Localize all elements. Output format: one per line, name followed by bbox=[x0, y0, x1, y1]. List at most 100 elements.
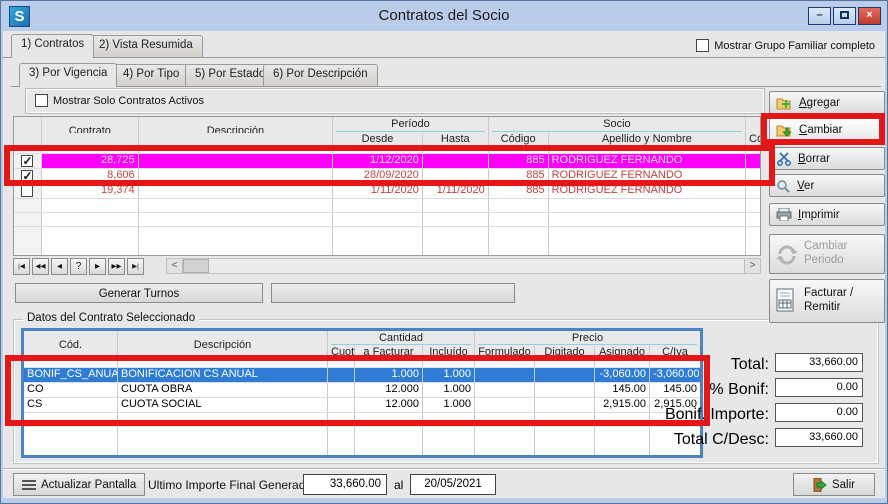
contracts-grid-sub-header: Desde Hasta Código Apellido y Nombre Cód bbox=[14, 133, 760, 148]
col-contrato[interactable]: Contrato bbox=[42, 117, 139, 133]
row1-checkbox[interactable] bbox=[21, 155, 33, 167]
contract-row-3[interactable]: 19,374 1/11/2020 1/11/2020 885 RODRIGUEZ… bbox=[14, 184, 760, 199]
pct-bonif-value[interactable]: 0.00 bbox=[775, 378, 863, 397]
socio-underline bbox=[492, 131, 742, 132]
minimize-button[interactable]: – bbox=[808, 7, 831, 25]
cantidad-underline bbox=[331, 344, 471, 345]
col-digitado[interactable]: Digitado bbox=[535, 346, 595, 361]
dialog-body: 1) Contratos 2) Vista Resumida Mostrar G… bbox=[3, 31, 885, 498]
ver-button[interactable]: Ver bbox=[769, 174, 885, 197]
nav-fast-back-button[interactable]: ◀◀ bbox=[32, 258, 49, 275]
total-label: Total: bbox=[731, 356, 769, 374]
nav-first-button[interactable]: |◀ bbox=[13, 258, 30, 275]
actualizar-pantalla-button[interactable]: Actualizar Pantalla bbox=[13, 473, 145, 496]
col-codigo[interactable]: Código bbox=[489, 133, 549, 148]
borrar-button[interactable]: Borrar bbox=[769, 147, 885, 170]
salir-button[interactable]: Salir bbox=[793, 473, 875, 496]
close-button[interactable]: × bbox=[858, 7, 881, 25]
scroll-right-button[interactable]: > bbox=[744, 259, 760, 273]
subtab-por-descripcion[interactable]: 6) Por Descripción bbox=[263, 64, 378, 87]
row2-checkbox[interactable] bbox=[21, 170, 33, 182]
tab-contratos[interactable]: 1) Contratos bbox=[11, 34, 94, 58]
col-asignado[interactable]: Asignado bbox=[595, 346, 650, 361]
ultimo-importe-fecha[interactable]: 20/05/2021 bbox=[410, 474, 496, 495]
detail-row-1[interactable]: BONIF_CS_ANUA BONIFICACION CS ANUAL 1.00… bbox=[24, 368, 700, 383]
detail-sub-header: Cód. Descripción Cuotas a Facturar Inclu… bbox=[24, 346, 700, 361]
refresh-arrows-icon bbox=[776, 243, 798, 265]
scroll-left-button[interactable]: < bbox=[167, 259, 183, 273]
nav-forward-button[interactable]: ▶ bbox=[89, 258, 106, 275]
bonif-importe-label: Bonif. Importe: bbox=[665, 406, 769, 424]
colgroup-precio: Precio bbox=[475, 331, 700, 346]
ultimo-importe-value[interactable]: 33,660.00 bbox=[303, 474, 387, 495]
solo-activos-label: Mostrar Solo Contratos Activos bbox=[53, 95, 204, 107]
col-hasta[interactable]: Hasta bbox=[423, 133, 489, 148]
nav-last-button[interactable]: ▶| bbox=[127, 258, 144, 275]
contract-row-1[interactable]: 28,725 1/12/2020 885 RODRIGUEZ FERNANDO bbox=[14, 154, 760, 169]
col-apellido[interactable]: Apellido y Nombre bbox=[549, 133, 746, 148]
imprimir-button[interactable]: Imprimir bbox=[769, 203, 885, 226]
empty-row bbox=[24, 427, 700, 455]
magnifier-icon bbox=[776, 179, 791, 193]
col-desde[interactable]: Desde bbox=[333, 133, 423, 148]
grid-spacer-row bbox=[24, 361, 700, 368]
datos-contrato-title: Datos del Contrato Seleccionado bbox=[23, 312, 199, 324]
solo-activos-checkbox[interactable] bbox=[35, 94, 48, 107]
subtab-por-tipo[interactable]: 4) Por Tipo bbox=[113, 64, 189, 87]
contracts-grid[interactable]: Contrato Descripción Período Socio Desde… bbox=[13, 116, 761, 256]
scissors-icon bbox=[776, 152, 792, 166]
cambiar-button[interactable]: Cambiar bbox=[769, 118, 885, 141]
nav-back-button[interactable]: ◀ bbox=[51, 258, 68, 275]
cambiar-periodo-button[interactable]: Cambiar Periodo bbox=[769, 234, 885, 274]
subtab-divider bbox=[11, 86, 881, 87]
col-detail-descripcion[interactable]: Descripción bbox=[118, 331, 328, 361]
col-c-iva[interactable]: C/Iva bbox=[650, 346, 700, 361]
col-cod-clipped[interactable]: Cód bbox=[746, 133, 760, 148]
tab-divider bbox=[3, 57, 885, 58]
col-formulado[interactable]: Formulado bbox=[475, 346, 535, 361]
detail-row-3[interactable]: CS CUOTA SOCIAL 12.000 1.000 2,915.00 2,… bbox=[24, 398, 700, 413]
tab-vista-resumida[interactable]: 2) Vista Resumida bbox=[89, 35, 203, 58]
refresh-screen-icon bbox=[22, 479, 36, 491]
invoice-icon bbox=[776, 288, 798, 314]
colgroup-periodo: Período bbox=[333, 117, 489, 133]
agregar-button[interactable]: Agregar bbox=[769, 91, 885, 114]
empty-row bbox=[14, 213, 760, 227]
scrollbar-thumb[interactable] bbox=[183, 259, 209, 273]
blank-button[interactable] bbox=[271, 283, 515, 303]
minimize-icon: – bbox=[816, 9, 822, 21]
folder-plus-icon bbox=[776, 96, 793, 110]
maximize-button[interactable] bbox=[833, 7, 856, 25]
grupo-familiar-label: Mostrar Grupo Familiar completo bbox=[714, 40, 875, 52]
titlebar[interactable]: S Contratos del Socio – × bbox=[1, 1, 887, 31]
col-cuotas[interactable]: Cuotas bbox=[328, 346, 355, 361]
row3-checkbox[interactable] bbox=[21, 185, 33, 197]
col-incluido[interactable]: Incluído bbox=[423, 346, 475, 361]
bonif-importe-value[interactable]: 0.00 bbox=[775, 403, 863, 422]
total-cdesc-value[interactable]: 33,660.00 bbox=[775, 428, 863, 447]
detail-row-2[interactable]: CO CUOTA OBRA 12.000 1.000 145.00 145.00 bbox=[24, 383, 700, 398]
colgroup-cantidad: Cantidad bbox=[328, 331, 475, 346]
contract-row-2[interactable]: 8,606 28/09/2020 885 RODRIGUEZ FERNANDO bbox=[14, 169, 760, 184]
col-descripcion[interactable]: Descripción bbox=[139, 117, 333, 133]
col-a-facturar[interactable]: a Facturar bbox=[355, 346, 423, 361]
empty-row bbox=[24, 413, 700, 427]
grupo-familiar-checkbox[interactable] bbox=[696, 39, 709, 52]
empty-row bbox=[14, 199, 760, 213]
col-cod[interactable]: Cód. bbox=[24, 331, 118, 361]
solo-activos-checkbox-row[interactable]: Mostrar Solo Contratos Activos bbox=[35, 94, 204, 107]
nav-help-button[interactable]: ? bbox=[70, 258, 87, 275]
detail-grid[interactable]: Cantidad Precio Cód. Descripción Cuotas … bbox=[21, 328, 703, 458]
facturar-remitir-button[interactable]: Facturar / Remitir bbox=[769, 279, 885, 323]
bottom-divider bbox=[3, 468, 885, 470]
folder-down-arrow-icon bbox=[776, 123, 793, 137]
window-title: Contratos del Socio bbox=[1, 7, 887, 24]
al-label: al bbox=[394, 478, 403, 492]
nav-fast-forward-button[interactable]: ▶▶ bbox=[108, 258, 125, 275]
horizontal-scrollbar[interactable]: < > bbox=[166, 258, 761, 274]
grupo-familiar-checkbox-row[interactable]: Mostrar Grupo Familiar completo bbox=[696, 39, 875, 52]
total-value[interactable]: 33,660.00 bbox=[775, 353, 863, 372]
subtab-por-estado[interactable]: 5) Por Estado bbox=[185, 64, 275, 87]
subtab-por-vigencia[interactable]: 3) Por Vigencia bbox=[19, 63, 117, 87]
generar-turnos-button[interactable]: Generar Turnos bbox=[15, 283, 263, 303]
